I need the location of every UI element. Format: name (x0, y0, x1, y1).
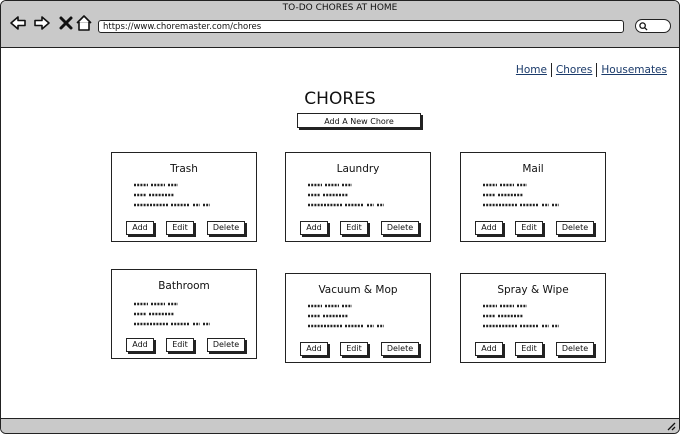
edit-button[interactable]: Edit (515, 221, 543, 235)
resize-grip-icon[interactable] (666, 421, 676, 431)
delete-button[interactable]: Delete (207, 221, 245, 235)
add-button[interactable]: Add (126, 221, 154, 235)
placeholder-text-scribble (308, 304, 384, 328)
placeholder-text-scribble (483, 183, 559, 207)
placeholder-text-scribble (308, 183, 384, 207)
chore-title: Laundry (336, 163, 380, 175)
delete-button[interactable]: Delete (207, 338, 245, 352)
add-button[interactable]: Add (300, 342, 328, 356)
placeholder-text-scribble (483, 304, 559, 328)
add-button[interactable]: Add (126, 338, 154, 352)
delete-button[interactable]: Delete (556, 221, 594, 235)
chore-title: Mail (522, 163, 544, 175)
edit-button[interactable]: Edit (515, 342, 543, 356)
delete-button[interactable]: Delete (556, 342, 594, 356)
arrow-right-icon[interactable] (33, 14, 51, 32)
arrow-left-icon[interactable] (9, 14, 27, 32)
browser-window: TO-DO CHORES AT HOME https://www.chorema… (0, 0, 680, 434)
chore-card-mail: Mail Add Edit Delete (460, 152, 606, 242)
add-button[interactable]: Add (300, 221, 328, 235)
placeholder-text-scribble (134, 302, 210, 326)
address-bar[interactable]: https://www.choremaster.com/chores (98, 20, 624, 33)
chore-title: Trash (170, 163, 198, 175)
page-title: CHORES (304, 89, 376, 109)
browser-titlebar: TO-DO CHORES AT HOME https://www.chorema… (1, 1, 679, 48)
chore-card-spray-wipe: Spray & Wipe Add Edit Delete (460, 273, 606, 363)
edit-button[interactable]: Edit (340, 221, 368, 235)
edit-button[interactable]: Edit (166, 338, 194, 352)
home-icon[interactable] (75, 14, 93, 32)
search-icon (639, 22, 648, 31)
top-navigation: Home Chores Housemates (512, 63, 671, 77)
edit-button[interactable]: Edit (340, 342, 368, 356)
chore-card-bathroom: Bathroom Add Edit Delete (111, 269, 257, 359)
window-title: TO-DO CHORES AT HOME (282, 3, 398, 13)
search-field[interactable] (635, 19, 671, 33)
browser-statusbar (1, 418, 679, 433)
nav-link-housemates[interactable]: Housemates (597, 64, 671, 76)
chore-card-trash: Trash Add Edit Delete (111, 152, 257, 242)
chore-title: Spray & Wipe (497, 284, 569, 296)
chore-title: Bathroom (158, 280, 210, 292)
close-icon[interactable] (57, 14, 75, 32)
add-button[interactable]: Add (475, 342, 503, 356)
add-new-chore-button[interactable]: Add A New Chore (297, 113, 421, 128)
placeholder-text-scribble (134, 183, 210, 207)
chore-card-vacuum-mop: Vacuum & Mop Add Edit Delete (285, 273, 431, 363)
nav-link-home[interactable]: Home (512, 64, 551, 76)
edit-button[interactable]: Edit (166, 221, 194, 235)
nav-link-chores[interactable]: Chores (552, 64, 596, 76)
delete-button[interactable]: Delete (381, 221, 419, 235)
add-button[interactable]: Add (475, 221, 503, 235)
chore-card-laundry: Laundry Add Edit Delete (285, 152, 431, 242)
delete-button[interactable]: Delete (381, 342, 419, 356)
chore-title: Vacuum & Mop (318, 284, 398, 296)
